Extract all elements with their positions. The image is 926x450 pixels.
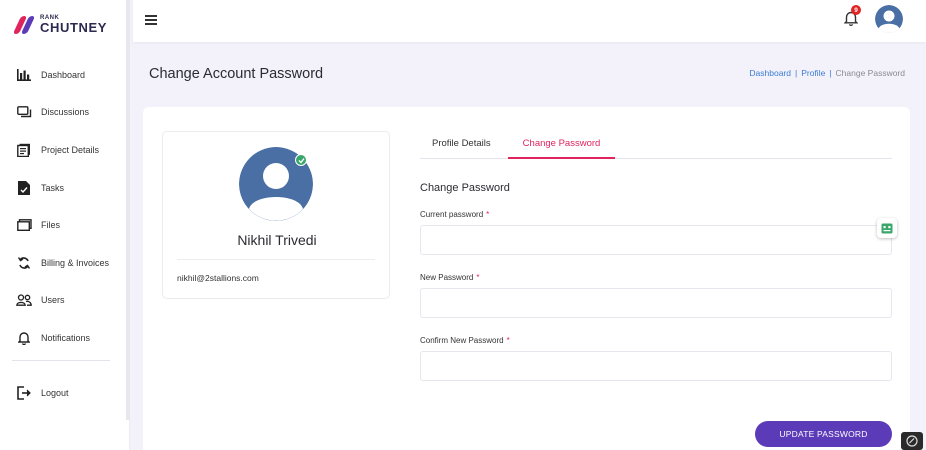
sidebar-scrollbar[interactable] [126, 0, 130, 420]
sidebar-item-label: Notifications [41, 332, 91, 343]
logout-label: Logout [41, 387, 69, 398]
breadcrumb: Dashboard | Profile | Change Password [749, 68, 905, 78]
sidebar-item-dashboard[interactable]: Dashboard [0, 56, 130, 94]
menu-toggle-icon[interactable] [145, 15, 157, 25]
current-password-input[interactable] [420, 225, 892, 255]
tab-profile-details[interactable]: Profile Details [432, 138, 491, 159]
sidebar-divider [12, 360, 110, 361]
confirm-password-label-text: Confirm New Password [420, 336, 504, 345]
profile-name: Nikhil Trivedi [237, 232, 317, 248]
breadcrumb-dashboard[interactable]: Dashboard [749, 68, 791, 78]
sidebar-item-label: Tasks [41, 182, 65, 193]
user-avatar[interactable] [875, 5, 903, 33]
logout-button[interactable]: Logout [0, 374, 130, 412]
sidebar-item-users[interactable]: Users [0, 282, 130, 320]
logout-icon [16, 385, 32, 401]
password-manager-icon[interactable] [877, 218, 897, 238]
sidebar-item-label: Project Details [41, 144, 100, 155]
document-icon [16, 142, 32, 158]
confirm-password-label: Confirm New Password * [420, 336, 510, 345]
sidebar-item-label: Discussions [41, 107, 90, 118]
sidebar-item-label: Users [41, 295, 65, 306]
page-title: Change Account Password [149, 66, 324, 82]
logo-icon [12, 14, 36, 34]
tab-change-password[interactable]: Change Password [508, 138, 615, 159]
required-mark: * [476, 273, 480, 282]
chat-icon [16, 104, 32, 120]
profile-settings-card: Nikhil Trivedi nikhil@2stallions.com Pro… [143, 107, 910, 450]
breadcrumb-current: Change Password [835, 68, 905, 78]
profile-divider [177, 259, 375, 260]
profile-tabs: Profile Details Change Password [420, 134, 892, 159]
sidebar-item-label: Files [41, 220, 61, 231]
logo-brand-text: CHUTNEY [40, 19, 108, 35]
bell-icon [16, 330, 32, 346]
sidebar-nav: Dashboard Discussions Project Details Ta… [0, 56, 130, 357]
sidebar-item-notifications[interactable]: Notifications [0, 319, 130, 357]
top-bar: 9 [133, 0, 926, 42]
current-password-label-text: Current password [420, 210, 484, 219]
sidebar-item-label: Billing & Invoices [41, 257, 110, 268]
sidebar-item-tasks[interactable]: Tasks [0, 169, 130, 207]
verified-check-icon [295, 154, 307, 166]
new-password-label: New Password * [420, 273, 479, 282]
tasks-icon [16, 180, 32, 196]
sidebar-item-project-details[interactable]: Project Details [0, 131, 130, 169]
sidebar: RANK CHUTNEY Dashboard Discussions Proje… [0, 0, 130, 450]
brand-logo[interactable]: RANK CHUTNEY [12, 14, 108, 35]
chat-widget-icon[interactable] [901, 432, 923, 450]
update-password-button[interactable]: UPDATE PASSWORD [755, 421, 892, 447]
refresh-icon [16, 255, 32, 271]
breadcrumb-separator: | [795, 68, 798, 78]
breadcrumb-separator: | [829, 68, 832, 78]
profile-email: nikhil@2stallions.com [177, 273, 259, 283]
profile-summary-card: Nikhil Trivedi nikhil@2stallions.com [162, 131, 390, 299]
sidebar-item-billing[interactable]: Billing & Invoices [0, 244, 130, 282]
required-mark: * [486, 210, 490, 219]
bar-chart-icon [16, 67, 32, 83]
users-icon [16, 292, 32, 308]
confirm-password-input[interactable] [420, 351, 892, 381]
sidebar-item-files[interactable]: Files [0, 206, 130, 244]
sidebar-item-discussions[interactable]: Discussions [0, 94, 130, 132]
current-password-label: Current password * [420, 210, 489, 219]
required-mark: * [506, 336, 510, 345]
folder-icon [16, 217, 32, 233]
new-password-label-text: New Password [420, 273, 474, 282]
form-section-title: Change Password [420, 182, 510, 194]
sidebar-item-label: Dashboard [41, 69, 86, 80]
notifications-bell-icon[interactable]: 9 [843, 5, 861, 28]
breadcrumb-profile[interactable]: Profile [801, 68, 825, 78]
new-password-input[interactable] [420, 288, 892, 318]
notification-count-badge: 9 [851, 5, 861, 15]
